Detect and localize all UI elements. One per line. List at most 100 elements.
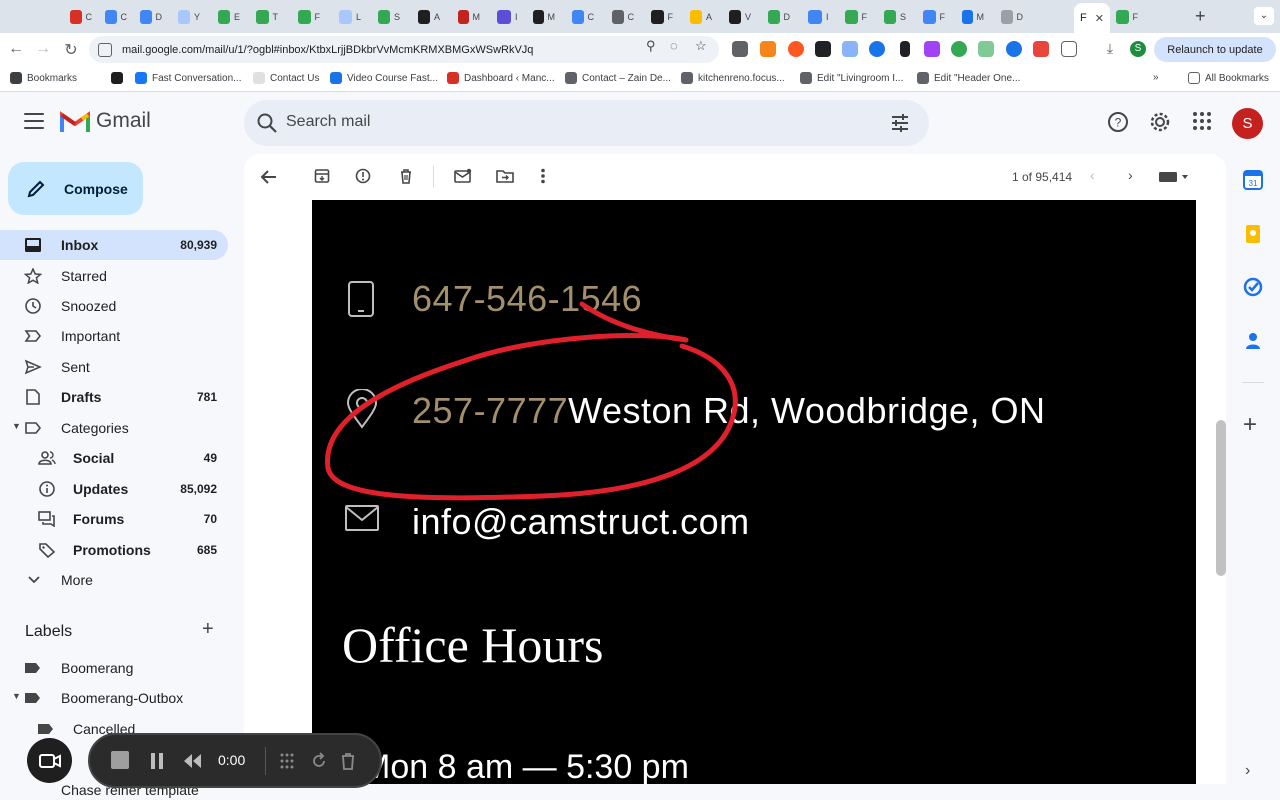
bookmark-item[interactable]: Video Course Fast... <box>330 72 438 84</box>
label-item-boomerang[interactable]: Boomerang <box>0 653 228 683</box>
more-bookmarks-icon[interactable]: » <box>1153 72 1159 83</box>
bookmark-star-icon[interactable]: ☆ <box>695 38 707 54</box>
browser-tab[interactable]: M <box>533 7 555 27</box>
add-label-button[interactable]: + <box>202 618 214 641</box>
sidebar-item-forums[interactable]: Forums 70 <box>0 504 228 534</box>
extension-badge-icon[interactable] <box>1033 41 1049 57</box>
search-icon[interactable] <box>256 112 278 134</box>
delete-icon[interactable] <box>398 168 414 184</box>
extension-dark-icon[interactable] <box>815 41 831 57</box>
search-options-icon[interactable] <box>890 113 910 133</box>
browser-tab[interactable]: D <box>140 7 162 27</box>
profile-avatar[interactable]: S <box>1130 41 1146 57</box>
account-avatar[interactable]: S <box>1232 108 1263 139</box>
browser-tab[interactable]: A <box>418 7 440 27</box>
bookmark-item[interactable]: Contact – Zain De... <box>565 72 671 84</box>
compose-button[interactable]: Compose <box>8 162 143 215</box>
browser-tab[interactable]: Y <box>178 7 200 27</box>
archive-icon[interactable] <box>314 168 330 184</box>
contacts-icon[interactable] <box>1243 331 1263 351</box>
site-info-icon[interactable] <box>98 42 112 57</box>
zoom-icon[interactable]: ⚲ <box>646 38 656 54</box>
extension-zoom-icon[interactable] <box>869 41 885 57</box>
calendar-icon[interactable]: 31 <box>1243 170 1263 190</box>
eye-off-icon[interactable]: ◌ <box>670 38 678 53</box>
sidebar-item-important[interactable]: Important <box>0 321 228 351</box>
extension-gmail-icon[interactable] <box>732 41 748 57</box>
browser-tab[interactable]: F <box>651 7 673 27</box>
sidebar-item-more[interactable]: More <box>0 565 228 595</box>
bookmark-item[interactable]: Fast Conversation... <box>135 72 241 84</box>
older-chevron-icon[interactable]: › <box>1128 167 1133 183</box>
sidebar-item-social[interactable]: Social 49 <box>0 443 228 473</box>
sidebar-item-inbox[interactable]: Inbox 80,939 <box>0 230 228 260</box>
mark-unread-icon[interactable] <box>454 168 472 184</box>
extension-grammarly-icon[interactable] <box>951 41 967 57</box>
extension-pen-icon[interactable] <box>900 41 910 57</box>
report-spam-icon[interactable] <box>355 168 371 184</box>
bookmark-item[interactable]: Edit "Header One... <box>917 72 1020 84</box>
bookmark-item[interactable]: Bookmarks <box>10 72 77 84</box>
gmail-logo[interactable]: Gmail <box>60 109 151 133</box>
expand-caret-icon[interactable]: ▼ <box>12 421 21 431</box>
bookmark-item[interactable]: kitchenreno.focus... <box>681 72 785 84</box>
drag-handle-icon[interactable] <box>279 752 295 770</box>
bookmark-item[interactable]: Edit "Livingroom I... <box>800 72 903 84</box>
browser-tab[interactable]: F <box>1116 7 1138 27</box>
address-bar[interactable]: mail.google.com/mail/u/1/?ogbl#inbox/Ktb… <box>89 36 719 63</box>
extensions-puzzle-icon[interactable] <box>1061 41 1077 57</box>
sidebar-item-categories[interactable]: ▼ Categories <box>0 413 228 443</box>
browser-tab[interactable]: F <box>845 7 867 27</box>
sidebar-item-promotions[interactable]: Promotions 685 <box>0 535 228 565</box>
back-arrow-icon[interactable] <box>260 168 278 186</box>
browser-tab[interactable]: I <box>497 7 519 27</box>
extension-blue-icon[interactable] <box>1006 41 1022 57</box>
sidebar-item-starred[interactable]: Starred <box>0 261 228 291</box>
sidebar-item-updates[interactable]: Updates 85,092 <box>0 474 228 504</box>
scrollbar-thumb[interactable] <box>1216 420 1226 576</box>
show-side-panel-chevron-icon[interactable]: › <box>1245 762 1250 780</box>
close-tab-icon[interactable]: ✕ <box>1095 12 1104 25</box>
stop-recording-button[interactable] <box>111 751 129 769</box>
extension-metamask-icon[interactable] <box>760 41 776 57</box>
camera-toggle-button[interactable] <box>27 738 72 783</box>
main-menu-icon[interactable] <box>24 113 44 129</box>
browser-tab[interactable]: S <box>884 7 906 27</box>
tab-search-button[interactable]: ⌄ <box>1254 7 1274 25</box>
browser-tab[interactable]: E <box>218 7 240 27</box>
move-to-icon[interactable] <box>496 168 514 184</box>
browser-tab[interactable]: C <box>572 7 594 27</box>
new-tab-button[interactable]: + <box>1195 6 1206 27</box>
sidebar-item-snoozed[interactable]: Snoozed <box>0 291 228 321</box>
download-icon[interactable]: ⤓ <box>1100 40 1120 57</box>
expand-caret-icon[interactable]: ▼ <box>12 691 21 701</box>
browser-tab[interactable]: M <box>962 7 984 27</box>
more-options-icon[interactable] <box>540 168 546 184</box>
browser-tab[interactable]: T <box>256 7 278 27</box>
browser-tab[interactable]: C <box>105 7 127 27</box>
pause-icon[interactable] <box>150 752 164 770</box>
relaunch-button[interactable]: Relaunch to update <box>1154 37 1276 62</box>
google-apps-icon[interactable] <box>1192 111 1212 131</box>
forward-button[interactable]: → <box>33 40 53 58</box>
settings-gear-icon[interactable] <box>1149 111 1171 133</box>
tasks-icon[interactable] <box>1243 277 1263 297</box>
sidebar-item-drafts[interactable]: Drafts 781 <box>0 382 228 412</box>
reload-button[interactable]: ↻ <box>61 40 81 60</box>
input-tools-keyboard-icon[interactable] <box>1159 171 1189 183</box>
trash-icon[interactable] <box>340 752 356 770</box>
back-button[interactable]: ← <box>6 40 26 58</box>
browser-tab[interactable]: F <box>923 7 945 27</box>
extension-purple-icon[interactable] <box>924 41 940 57</box>
search-input[interactable] <box>286 113 786 131</box>
bookmark-item[interactable]: Contact Us <box>253 72 319 84</box>
url-text[interactable]: mail.google.com/mail/u/1/?ogbl#inbox/Ktb… <box>122 44 533 56</box>
help-icon[interactable]: ? <box>1107 111 1129 133</box>
extension-green-icon[interactable] <box>978 41 994 57</box>
rewind-icon[interactable] <box>182 752 202 770</box>
label-item-boomerang-outbox[interactable]: ▼ Boomerang-Outbox <box>0 683 228 713</box>
extension-orange-icon[interactable] <box>788 41 804 57</box>
newer-chevron-icon[interactable]: ‹ <box>1090 167 1095 183</box>
browser-tab[interactable]: D <box>1001 7 1023 27</box>
browser-tab[interactable]: L <box>339 7 361 27</box>
